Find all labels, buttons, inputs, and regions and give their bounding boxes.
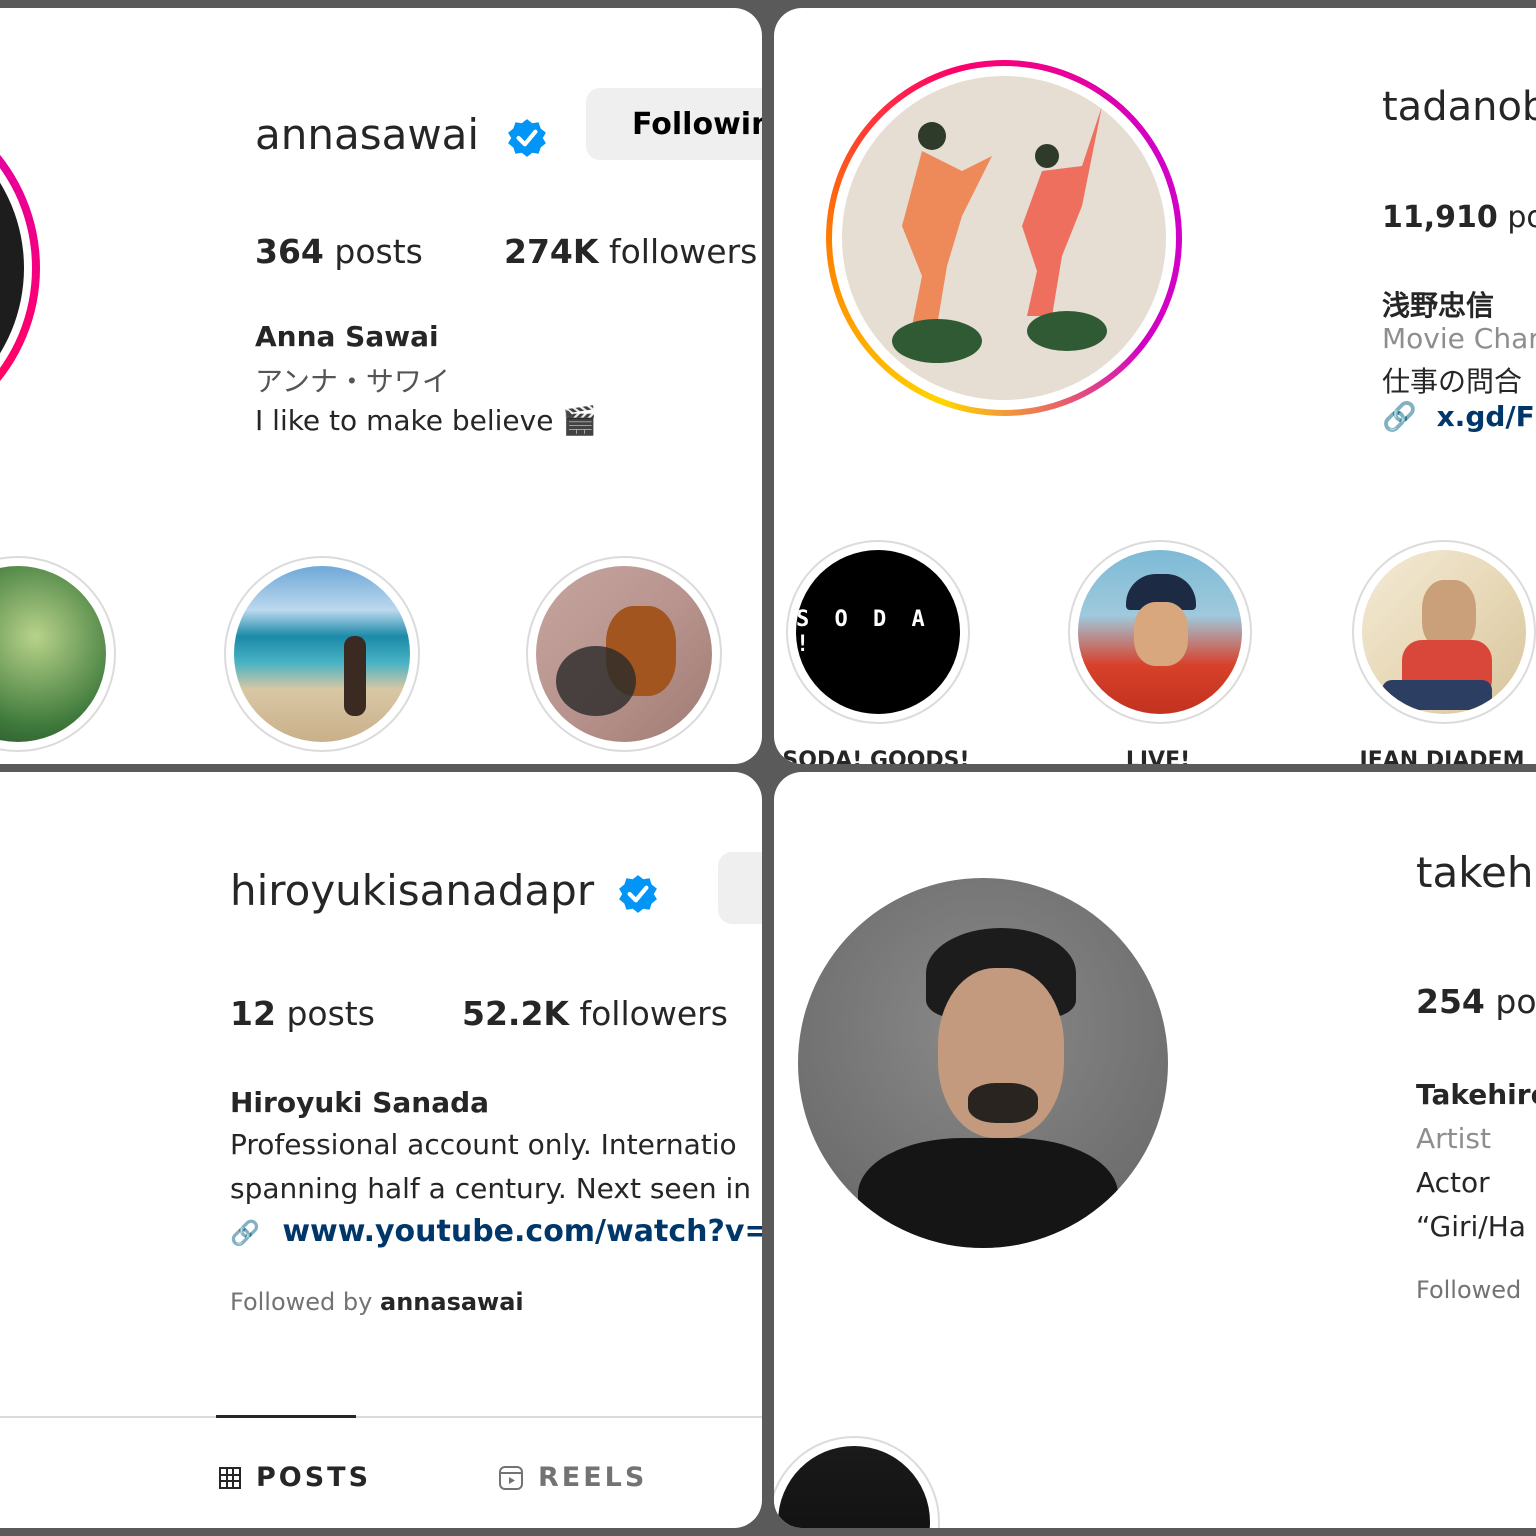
active-tab-indicator bbox=[216, 1415, 356, 1418]
followed-by-user: annasawai bbox=[380, 1288, 524, 1316]
profile-avatar bbox=[0, 104, 24, 432]
bio-line-1: 仕事の問合 bbox=[1382, 365, 1523, 398]
highlight-cover-image bbox=[1078, 550, 1242, 714]
profile-panel-hiroyukisanadapr: hiroyukisanadapr 12 posts 52.2K follower… bbox=[0, 772, 762, 1528]
posts-count[interactable]: 11,910 pos bbox=[1382, 200, 1536, 235]
highlight-cover-image bbox=[1362, 550, 1526, 714]
highlight-label: LIVE! bbox=[1125, 748, 1191, 764]
profile-full-name: Hiroyuki Sanada bbox=[230, 1086, 490, 1119]
posts-count-label: posts bbox=[286, 994, 375, 1033]
profile-panel-annasawai: annasawai Following 364 posts 274K follo… bbox=[0, 8, 762, 764]
highlight-godzilla[interactable] bbox=[0, 556, 116, 752]
highlight-jean-diadem[interactable] bbox=[1352, 540, 1536, 724]
link-icon: 🔗 bbox=[1382, 400, 1417, 433]
highlight-soda-goods[interactable]: S O D A ! bbox=[786, 540, 970, 724]
highlight-beach[interactable] bbox=[224, 556, 420, 752]
bio-link[interactable]: 🔗 www.youtube.com/watch?v=0IO bbox=[230, 1214, 762, 1249]
followers-count-value: 274K bbox=[504, 232, 599, 271]
follow-button[interactable] bbox=[718, 852, 762, 924]
posts-count-label: posts bbox=[334, 232, 423, 271]
following-button-label: Following bbox=[632, 106, 762, 142]
followers-count[interactable]: 52.2K followers bbox=[462, 994, 728, 1033]
posts-count-label: po bbox=[1495, 982, 1536, 1021]
avatar-illustration bbox=[892, 106, 1107, 363]
highlight-item[interactable] bbox=[774, 1436, 940, 1528]
bio-line-2: “Giri/Ha bbox=[1416, 1210, 1526, 1243]
profile-username: takeh bbox=[1416, 848, 1534, 897]
clapper-board-icon: 🎬 bbox=[562, 404, 598, 437]
bio-line-2-text: I like to make believe bbox=[255, 404, 554, 437]
posts-count-value: 364 bbox=[255, 232, 324, 271]
profile-panel-tadanob: tadanob 11,910 pos 浅野忠信 Movie Chara 仕事の問… bbox=[774, 8, 1536, 764]
followers-count-value: 52.2K bbox=[462, 994, 569, 1033]
tab-reels-label: REELS bbox=[538, 1462, 648, 1493]
highlight-cover-image: S O D A ! bbox=[796, 550, 960, 714]
profile-panel-takehiro: takeh 254 po Takehiro Artist Actor “Giri… bbox=[774, 772, 1536, 1528]
bio-line-2: spanning half a century. Next seen in bbox=[230, 1172, 752, 1205]
bio-link-text: www.youtube.com/watch?v=0IO bbox=[282, 1214, 762, 1249]
profile-avatar-story-ring[interactable] bbox=[826, 60, 1182, 416]
followers-count-label: followers bbox=[579, 994, 728, 1033]
bio-line-1: Actor bbox=[1416, 1166, 1490, 1199]
posts-count[interactable]: 364 posts bbox=[255, 232, 423, 271]
followed-by[interactable]: Followed by annasawai bbox=[230, 1288, 524, 1316]
posts-count-label: pos bbox=[1507, 200, 1536, 235]
posts-count-value: 11,910 bbox=[1382, 200, 1498, 235]
highlight-dog[interactable] bbox=[526, 556, 722, 752]
posts-count-value: 12 bbox=[230, 994, 276, 1033]
followed-by[interactable]: Followed bbox=[1416, 1276, 1521, 1304]
following-button[interactable]: Following bbox=[586, 88, 762, 160]
posts-count[interactable]: 254 po bbox=[1416, 982, 1536, 1021]
followed-by-prefix: Followed by bbox=[230, 1288, 373, 1316]
followers-count[interactable]: 274K followers bbox=[504, 232, 757, 271]
highlight-cover-image bbox=[234, 566, 410, 742]
posts-count-value: 254 bbox=[1416, 982, 1485, 1021]
followers-count-label: followers bbox=[608, 232, 758, 271]
profile-avatar bbox=[842, 76, 1166, 400]
reels-icon bbox=[499, 1465, 523, 1490]
tab-posts-label: POSTS bbox=[256, 1462, 372, 1493]
highlight-cover-image bbox=[778, 1446, 930, 1528]
soda-logo-text: S O D A ! bbox=[796, 607, 931, 657]
highlight-label: SODA! GOODS! bbox=[782, 748, 970, 764]
profile-category: Artist bbox=[1416, 1122, 1491, 1155]
highlight-label: JEAN DIADEM bbox=[1359, 748, 1525, 764]
profile-username: annasawai bbox=[255, 110, 480, 159]
verified-badge-icon bbox=[619, 874, 658, 913]
tab-posts[interactable]: POSTS bbox=[218, 1462, 371, 1493]
bio-link[interactable]: 🔗 x.gd/FiM bbox=[1382, 400, 1536, 433]
highlight-live[interactable] bbox=[1068, 540, 1252, 724]
highlight-cover-image bbox=[0, 566, 106, 742]
profile-category: Movie Chara bbox=[1382, 322, 1536, 355]
grid-icon bbox=[219, 1466, 241, 1489]
profile-full-name: 浅野忠信 bbox=[1382, 289, 1495, 322]
bio-line-1: Professional account only. Internatio bbox=[230, 1128, 737, 1161]
profile-full-name: Takehiro bbox=[1416, 1078, 1536, 1111]
highlight-cover-image bbox=[536, 566, 712, 742]
profile-username: tadanob bbox=[1382, 84, 1536, 130]
tab-reels[interactable]: REELS bbox=[498, 1462, 647, 1493]
bio-link-text: x.gd/FiM bbox=[1436, 400, 1536, 433]
profile-username: hiroyukisanadapr bbox=[230, 866, 595, 915]
tab-divider bbox=[0, 1416, 762, 1418]
bio-line-1: アンナ・サワイ bbox=[255, 365, 450, 398]
bio-line-2: I like to make believe 🎬 bbox=[255, 404, 597, 437]
verified-badge-icon bbox=[508, 118, 547, 157]
posts-count[interactable]: 12 posts bbox=[230, 994, 375, 1033]
link-icon: 🔗 bbox=[230, 1219, 260, 1247]
profile-full-name: Anna Sawai bbox=[255, 320, 439, 353]
profile-avatar-story-ring[interactable] bbox=[0, 88, 40, 448]
profile-avatar[interactable] bbox=[798, 878, 1168, 1248]
